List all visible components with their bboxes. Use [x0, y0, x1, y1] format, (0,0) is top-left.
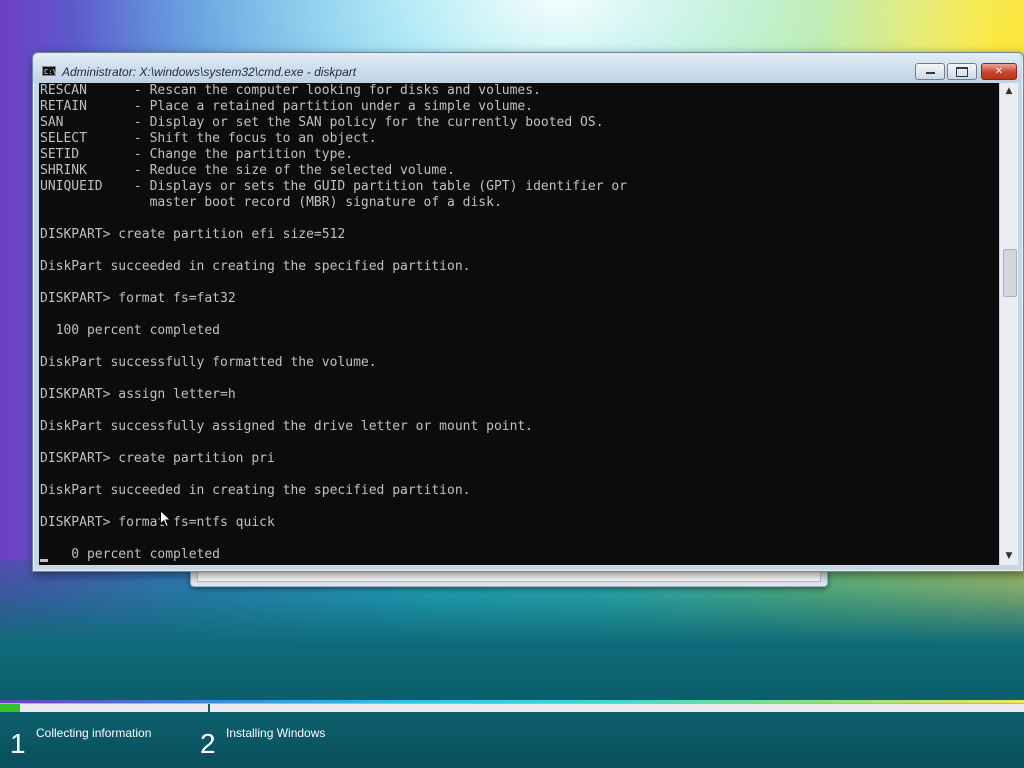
- text-cursor: [40, 559, 48, 562]
- console-line: 0 percent completed: [40, 547, 221, 562]
- console-line: DiskPart successfully assigned the drive…: [40, 419, 534, 434]
- vertical-scrollbar[interactable]: ▲ ▼: [999, 83, 1018, 565]
- maximize-icon: [956, 67, 968, 77]
- mouse-pointer-icon: [160, 510, 172, 528]
- console-line: DiskPart succeeded in creating the speci…: [40, 259, 471, 274]
- console-line: DISKPART> format fs=ntfs quick: [40, 515, 275, 530]
- maximize-button[interactable]: [947, 63, 977, 80]
- scroll-thumb[interactable]: [1003, 249, 1017, 297]
- console-line: SELECT - Shift the focus to an object.: [40, 131, 377, 146]
- window-title: Administrator: X:\windows\system32\cmd.e…: [62, 65, 357, 79]
- console-text: RESCAN - Rescan the computer looking for…: [40, 83, 627, 563]
- console-line: DISKPART> assign letter=h: [40, 387, 236, 402]
- console-line: master boot record (MBR) signature of a …: [40, 195, 502, 210]
- console-line: DISKPART> create partition pri: [40, 451, 275, 466]
- cmd-window[interactable]: C:\ Administrator: X:\windows\system32\c…: [32, 52, 1024, 572]
- setup-status-bar: [0, 712, 1024, 768]
- scroll-up-icon: ▲: [1005, 86, 1013, 96]
- cmd-icon: C:\: [42, 66, 57, 76]
- console-line: SHRINK - Reduce the size of the selected…: [40, 163, 455, 178]
- console-line: DiskPart successfully formatted the volu…: [40, 355, 377, 370]
- console-line: SAN - Display or set the SAN policy for …: [40, 115, 604, 130]
- console-line: UNIQUEID - Displays or sets the GUID par…: [40, 179, 627, 194]
- console-line: DISKPART> create partition efi size=512: [40, 227, 346, 242]
- console-line: 100 percent completed: [40, 323, 221, 338]
- close-icon: ✕: [994, 66, 1004, 77]
- step-label: Collecting information: [36, 726, 152, 740]
- console-line: RETAIN - Place a retained partition unde…: [40, 99, 534, 114]
- window-titlebar[interactable]: C:\ Administrator: X:\windows\system32\c…: [33, 53, 1021, 83]
- console-line: DiskPart succeeded in creating the speci…: [40, 483, 471, 498]
- console-line: RESCAN - Rescan the computer looking for…: [40, 83, 541, 98]
- console-output[interactable]: RESCAN - Rescan the computer looking for…: [39, 83, 999, 565]
- step-label: Installing Windows: [226, 726, 326, 740]
- minimize-icon: [925, 72, 935, 74]
- scroll-down-icon: ▼: [1005, 551, 1013, 561]
- step-number: 1: [10, 728, 26, 759]
- scroll-down-button[interactable]: ▼: [1000, 548, 1018, 565]
- scroll-up-button[interactable]: ▲: [1000, 83, 1018, 100]
- close-button[interactable]: ✕: [981, 63, 1017, 80]
- minimize-button[interactable]: [915, 63, 945, 80]
- step-number: 2: [200, 728, 216, 759]
- console-line: SETID - Change the partition type.: [40, 147, 354, 162]
- console-line: DISKPART> format fs=fat32: [40, 291, 236, 306]
